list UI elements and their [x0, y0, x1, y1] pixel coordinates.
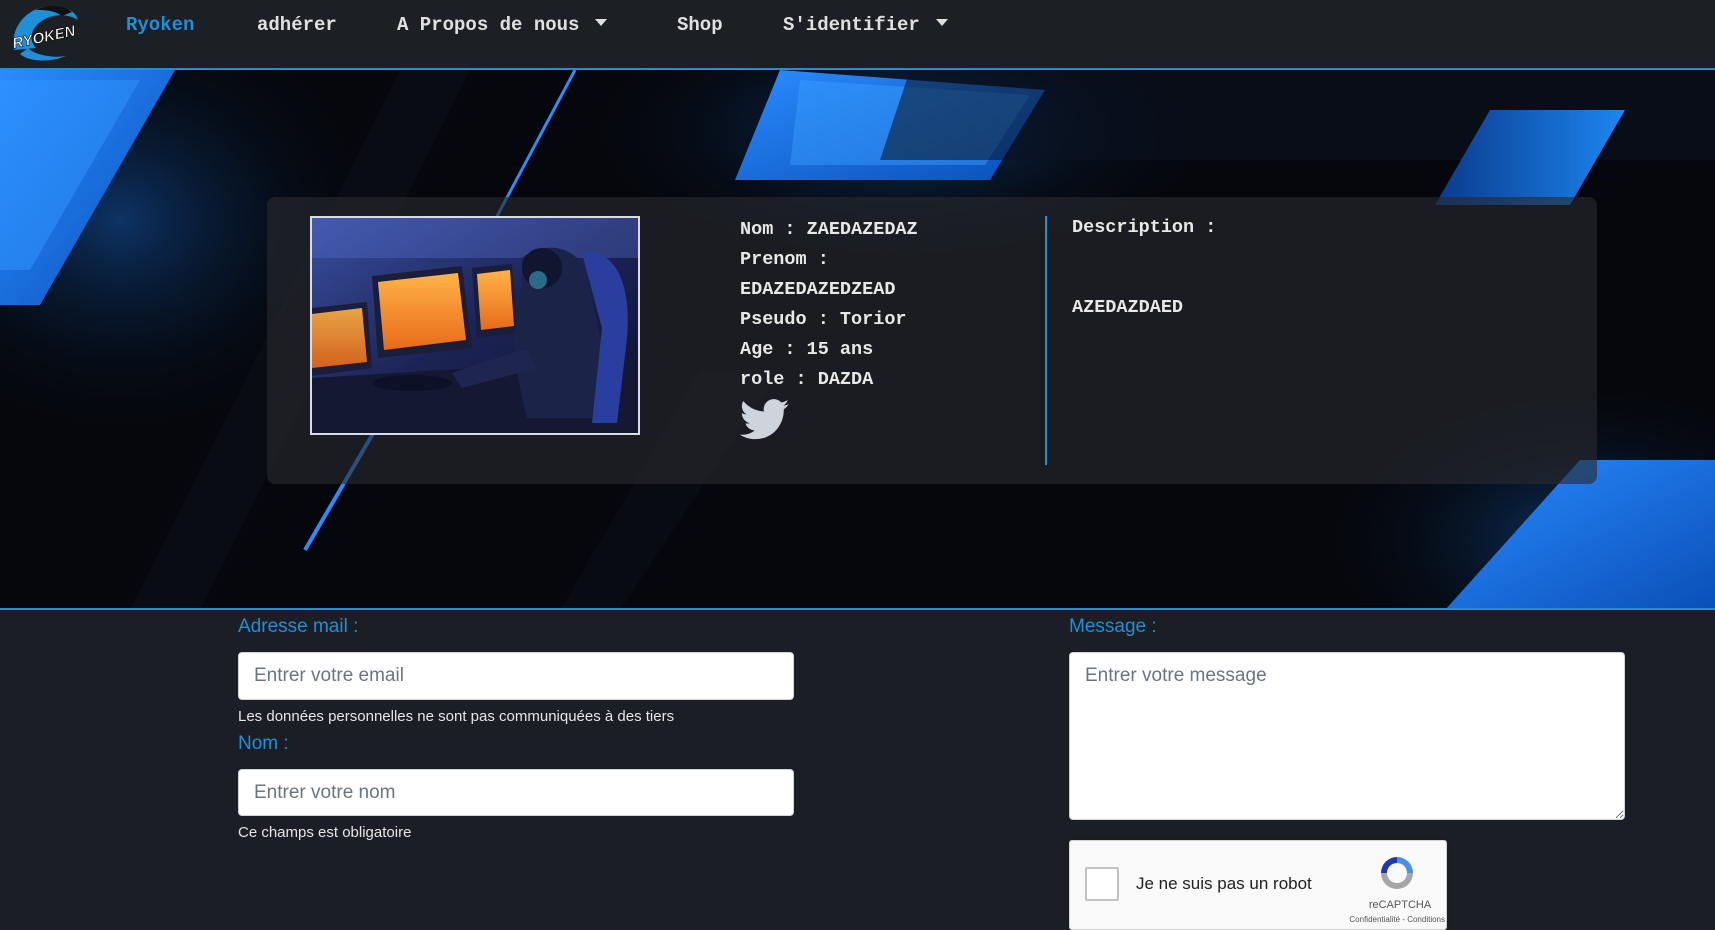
caret-down-icon: [595, 19, 608, 26]
profile-prenom-label: Prenom :: [740, 249, 829, 270]
name-input[interactable]: [238, 769, 794, 816]
twitter-icon[interactable]: [740, 399, 790, 441]
profile-pseudo: Pseudo : Torior: [740, 309, 907, 330]
profile-photo: [310, 216, 640, 435]
description-title: Description :: [1072, 217, 1217, 238]
nav-label: Shop: [677, 14, 723, 36]
message-textarea[interactable]: [1069, 652, 1625, 820]
description-text: AZEDAZDAED: [1072, 297, 1184, 318]
message-label: Message :: [1069, 616, 1157, 637]
nav-item-shop[interactable]: Shop: [677, 13, 723, 37]
profile-prenom-value: EDAZEDAZEDZEAD: [740, 279, 896, 300]
recaptcha-icon: [1381, 857, 1413, 889]
navbar: RYOKEN Ryoken adhérer A Propos de nous S…: [0, 0, 1715, 70]
gamer-image: [312, 218, 638, 433]
email-input[interactable]: [238, 652, 794, 700]
recaptcha-widget: Je ne suis pas un robot reCAPTCHA Confid…: [1069, 840, 1447, 930]
nav-label: S'identifier: [783, 14, 920, 36]
nav-item-a-propos[interactable]: A Propos de nous: [397, 13, 608, 37]
nav-label: A Propos de nous: [397, 14, 580, 36]
divider: [1045, 216, 1047, 465]
recaptcha-label: Je ne suis pas un robot: [1136, 874, 1312, 893]
profile-nom: Nom : ZAEDAZEDAZ: [740, 219, 918, 240]
profile-role: role : DAZDA: [740, 369, 874, 390]
caret-down-icon: [935, 19, 948, 26]
profile-age: Age : 15 ans: [740, 339, 874, 360]
profile-info: Nom : ZAEDAZEDAZ Prenom : EDAZEDAZEDZEAD…: [740, 215, 970, 395]
recaptcha-terms-link[interactable]: Confidentialité - Conditions: [1310, 915, 1445, 924]
nav-item-adherer[interactable]: adhérer: [257, 13, 337, 37]
hero-banner: Nom : ZAEDAZEDAZ Prenom : EDAZEDAZEDZEAD…: [0, 70, 1715, 610]
profile-card: Nom : ZAEDAZEDAZ Prenom : EDAZEDAZEDZEAD…: [267, 197, 1597, 484]
recaptcha-checkbox[interactable]: [1085, 867, 1119, 901]
ryoken-logo[interactable]: RYOKEN: [6, 0, 82, 66]
recaptcha-brand: reCAPTCHA: [1368, 899, 1432, 911]
nav-item-ryoken[interactable]: Ryoken: [126, 13, 194, 37]
name-label: Nom :: [238, 733, 289, 754]
nav-item-identifier[interactable]: S'identifier: [783, 13, 948, 37]
nav-label: Ryoken: [126, 14, 195, 36]
nav-label: adhérer: [257, 14, 337, 36]
name-help-text: Ce champs est obligatoire: [238, 824, 412, 841]
email-label: Adresse mail :: [238, 616, 359, 637]
email-help-text: Les données personnelles ne sont pas com…: [238, 708, 675, 725]
